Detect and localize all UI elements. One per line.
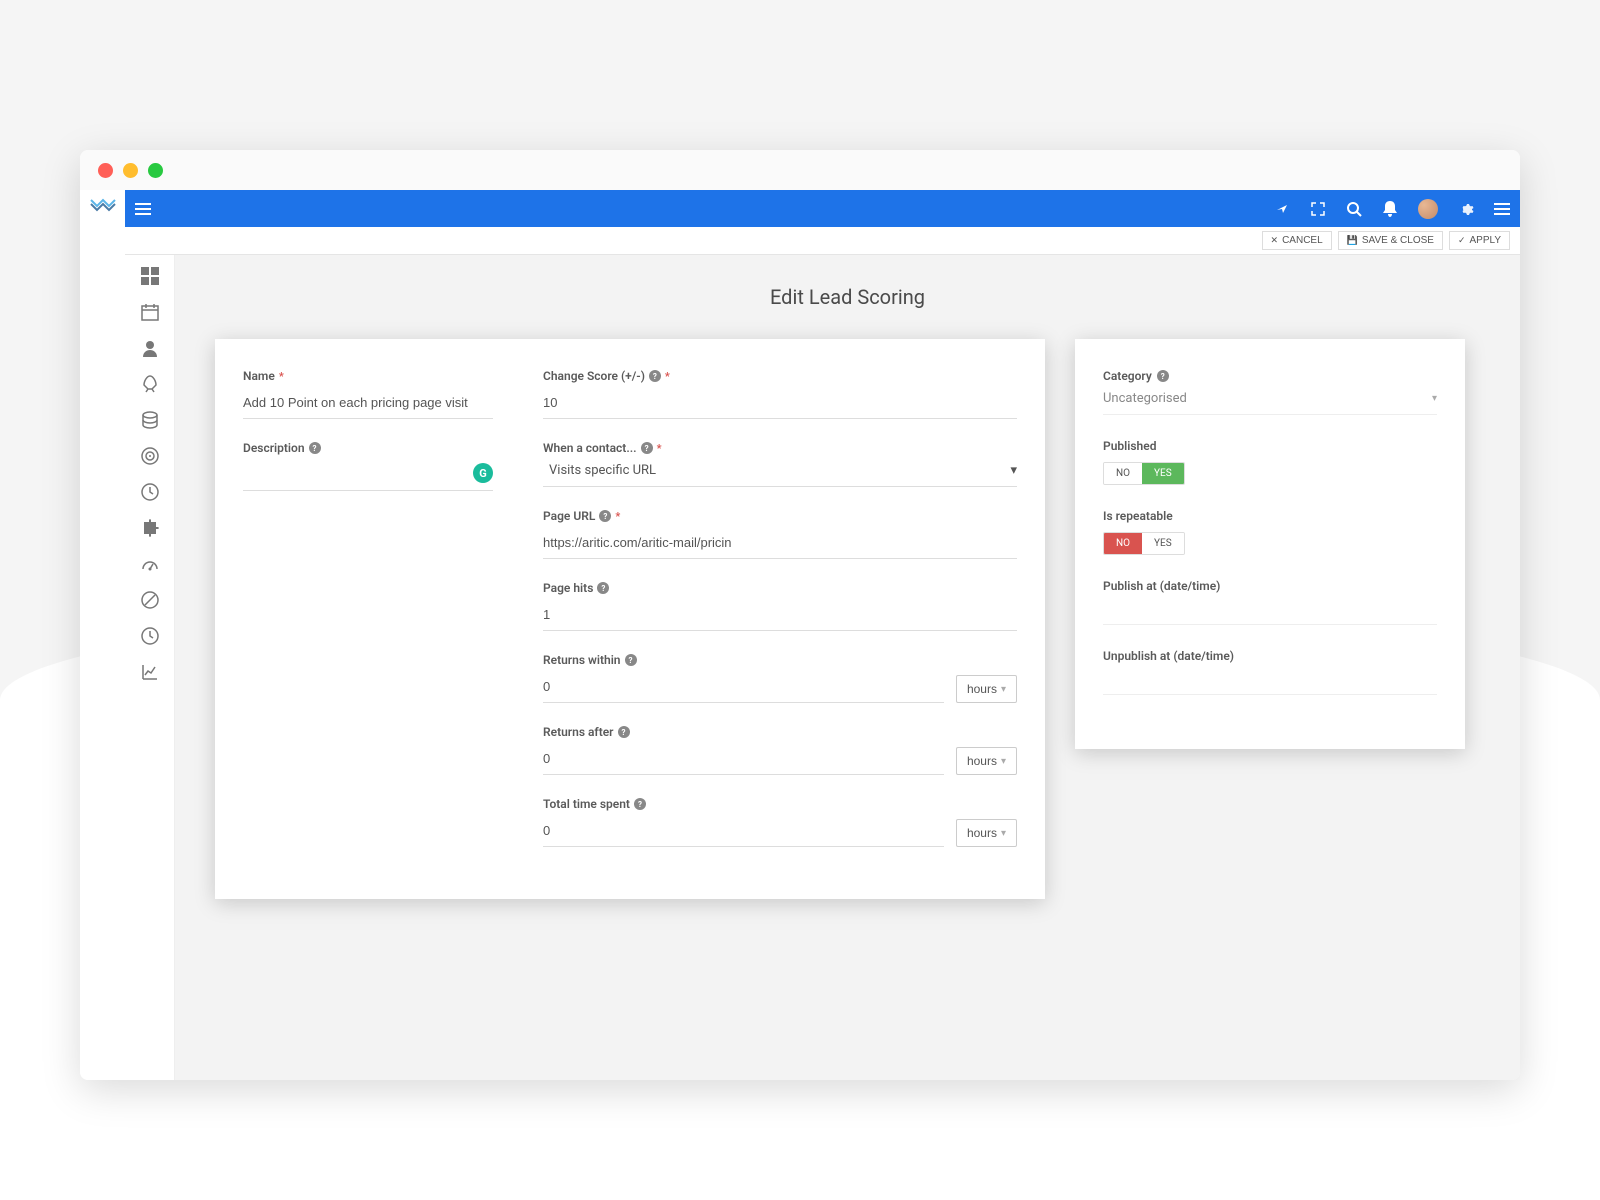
share-icon[interactable] (1274, 201, 1290, 217)
total-time-input[interactable] (543, 819, 944, 847)
total-time-label: Total time spent? (543, 797, 1017, 811)
puzzle-icon[interactable] (141, 519, 159, 537)
clock-icon[interactable] (141, 483, 159, 501)
when-contact-label: When a contact...?* (543, 441, 1017, 455)
fullscreen-icon[interactable] (1310, 201, 1326, 217)
repeatable-yes[interactable]: YES (1142, 533, 1184, 554)
database-icon[interactable] (141, 411, 159, 429)
description-input[interactable] (243, 463, 493, 491)
window-titlebar (80, 150, 1520, 190)
help-icon[interactable]: ? (641, 442, 653, 454)
gear-icon[interactable] (1458, 201, 1474, 217)
name-label: Name* (243, 369, 493, 383)
chevron-down-icon: ▾ (1001, 756, 1006, 767)
chevron-down-icon: ▾ (1001, 684, 1006, 695)
change-score-input[interactable] (543, 391, 1017, 419)
returns-within-input[interactable] (543, 675, 944, 703)
returns-within-unit-select[interactable]: hours▾ (956, 675, 1017, 703)
help-icon[interactable]: ? (625, 654, 637, 666)
save-close-button[interactable]: 💾SAVE & CLOSE (1338, 231, 1443, 250)
returns-within-label: Returns within? (543, 653, 1017, 667)
cancel-button[interactable]: ✕CANCEL (1262, 231, 1332, 250)
help-icon[interactable]: ? (599, 510, 611, 522)
dashboard-icon[interactable] (141, 267, 159, 285)
check-icon: ✓ (1458, 235, 1466, 246)
action-bar: ✕CANCEL 💾SAVE & CLOSE ✓APPLY (125, 227, 1520, 255)
bell-icon[interactable] (1382, 201, 1398, 217)
repeatable-label: Is repeatable (1103, 509, 1437, 523)
help-icon[interactable]: ? (618, 726, 630, 738)
help-icon[interactable]: ? (649, 370, 661, 382)
search-icon[interactable] (1346, 201, 1362, 217)
help-icon[interactable]: ? (309, 442, 321, 454)
category-label: Category? (1103, 369, 1437, 383)
description-label: Description? (243, 441, 493, 455)
apply-button[interactable]: ✓APPLY (1449, 231, 1510, 250)
unpublish-at-input[interactable] (1103, 671, 1437, 695)
minimize-window-icon[interactable] (123, 163, 138, 178)
app-window: ✕CANCEL 💾SAVE & CLOSE ✓APPLY (80, 150, 1520, 1080)
unpublish-at-label: Unpublish at (date/time) (1103, 649, 1437, 663)
total-time-unit-select[interactable]: hours▾ (956, 819, 1017, 847)
returns-after-label: Returns after? (543, 725, 1017, 739)
help-icon[interactable]: ? (1157, 370, 1169, 382)
category-select[interactable]: Uncategorised ▾ (1103, 391, 1437, 415)
repeatable-toggle[interactable]: NO YES (1103, 532, 1185, 555)
chevron-down-icon: ▾ (1432, 393, 1437, 404)
brand-logo-icon (89, 196, 117, 212)
main-form-panel: Name* Description? G (215, 339, 1045, 899)
chart-icon[interactable] (141, 663, 159, 681)
returns-after-unit-select[interactable]: hours▾ (956, 747, 1017, 775)
page-hits-label: Page hits? (543, 581, 1017, 595)
calendar-icon[interactable] (141, 303, 159, 321)
change-score-label: Change Score (+/-)?* (543, 369, 1017, 383)
page-hits-input[interactable] (543, 603, 1017, 631)
published-label: Published (1103, 439, 1437, 453)
help-icon[interactable]: ? (597, 582, 609, 594)
page-area: Edit Lead Scoring Name* Description? (175, 255, 1520, 1080)
history-icon[interactable] (141, 627, 159, 645)
name-input[interactable] (243, 391, 493, 419)
gauge-icon[interactable] (141, 555, 159, 573)
sidenav (125, 255, 175, 1080)
topbar (125, 190, 1520, 227)
rocket-icon[interactable] (141, 375, 159, 393)
chevron-down-icon: ▾ (1001, 828, 1006, 839)
chevron-down-icon: ▾ (1004, 463, 1017, 478)
logo-strip (80, 190, 125, 1080)
when-contact-select[interactable]: Visits specific URL ▾ (543, 463, 1017, 487)
x-icon: ✕ (1271, 235, 1279, 246)
hamburger-icon[interactable] (1494, 201, 1510, 217)
repeatable-no[interactable]: NO (1104, 533, 1142, 554)
returns-after-input[interactable] (543, 747, 944, 775)
user-avatar[interactable] (1418, 199, 1438, 219)
published-toggle[interactable]: NO YES (1103, 462, 1185, 485)
publish-at-input[interactable] (1103, 601, 1437, 625)
target-icon[interactable] (141, 447, 159, 465)
page-title: Edit Lead Scoring (215, 285, 1480, 309)
menu-toggle-icon[interactable] (135, 203, 151, 215)
user-icon[interactable] (141, 339, 159, 357)
page-url-label: Page URL?* (543, 509, 1017, 523)
close-window-icon[interactable] (98, 163, 113, 178)
grammar-check-icon[interactable]: G (473, 463, 493, 483)
side-panel: Category? Uncategorised ▾ Published NO (1075, 339, 1465, 749)
help-icon[interactable]: ? (634, 798, 646, 810)
publish-at-label: Publish at (date/time) (1103, 579, 1437, 593)
published-yes[interactable]: YES (1142, 463, 1184, 484)
page-url-input[interactable] (543, 531, 1017, 559)
save-icon: 💾 (1347, 235, 1358, 246)
block-icon[interactable] (141, 591, 159, 609)
published-no[interactable]: NO (1104, 463, 1142, 484)
maximize-window-icon[interactable] (148, 163, 163, 178)
